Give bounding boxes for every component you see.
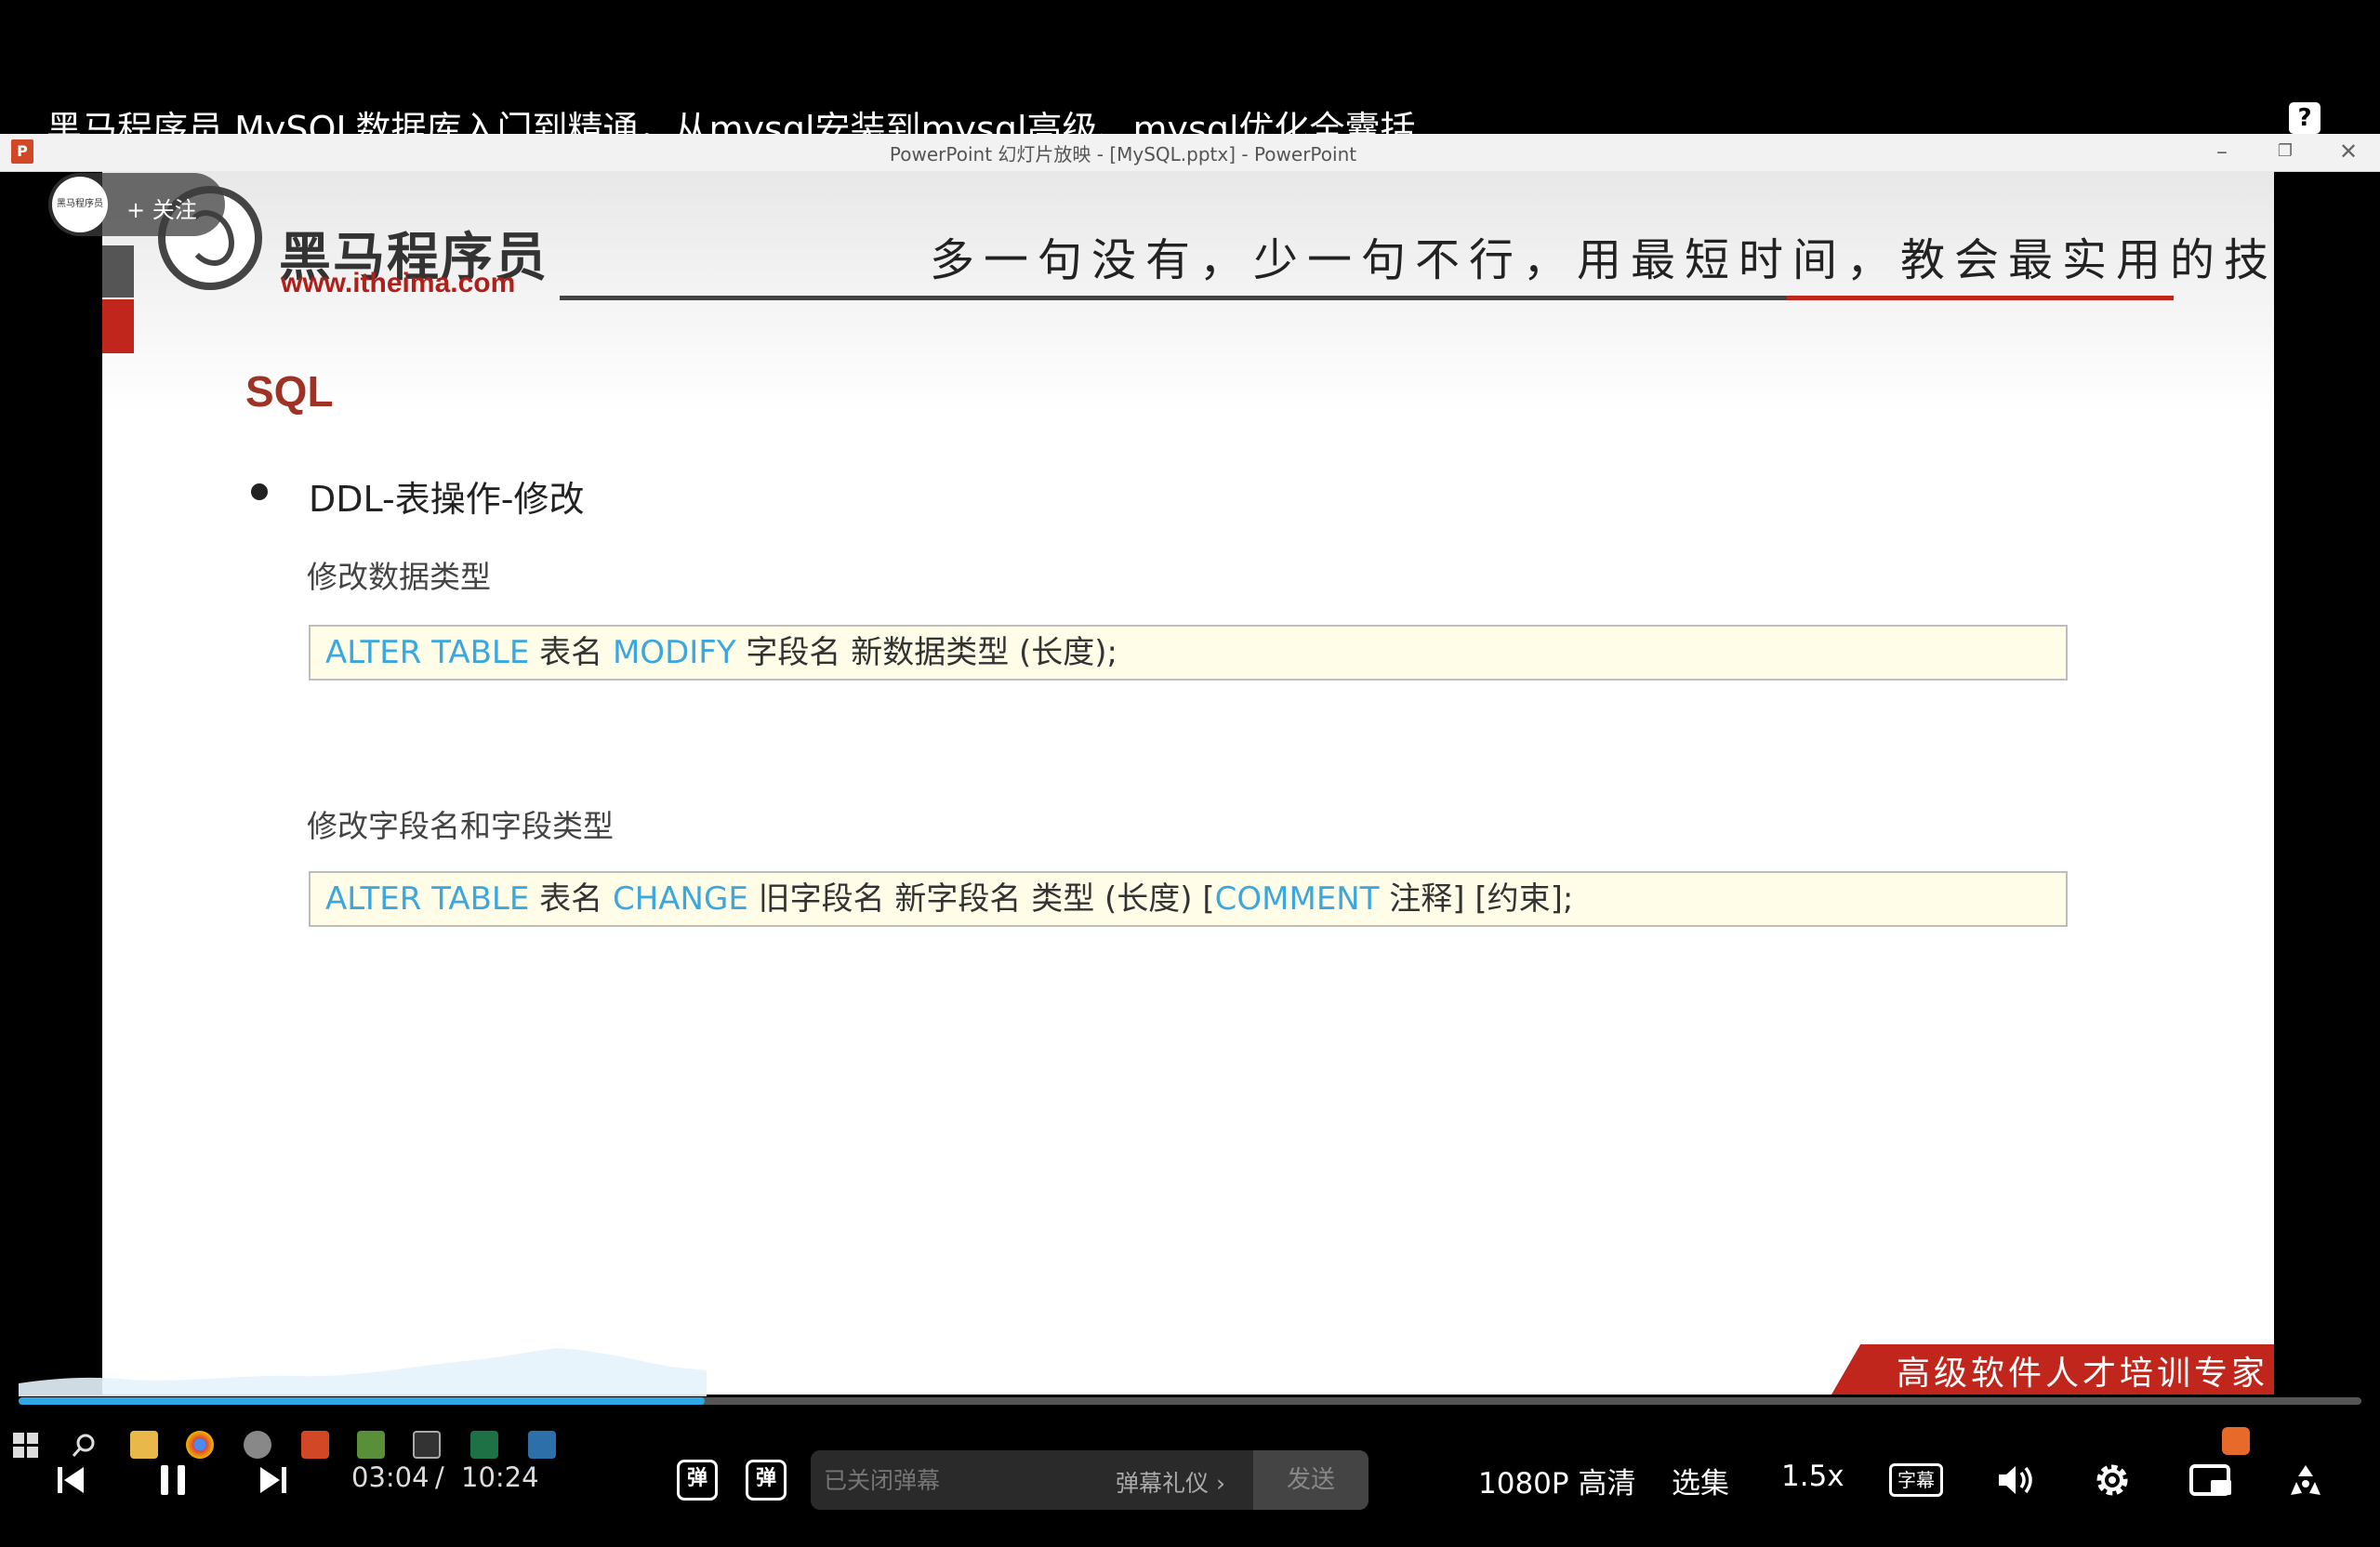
- ppt-window-titlebar: P PowerPoint 幻灯片放映 - [MySQL.pptx] - Powe…: [0, 134, 2380, 172]
- code-token: 旧字段名 新字段名 类型 (长度) [: [747, 880, 1215, 918]
- bullet-text: DDL-表操作-修改: [309, 479, 585, 520]
- code-token: ALTER TABLE: [325, 880, 530, 918]
- section-title-modify: 修改数据类型: [307, 559, 491, 595]
- section-title-change: 修改字段名和字段类型: [307, 808, 614, 844]
- code-token: MODIFY: [612, 634, 736, 671]
- bullet-icon: [251, 483, 268, 500]
- slide-motto: 多一句没有，少一句不行，用最短时间，教会最实用的技术！: [930, 234, 2274, 286]
- slide-heading: SQL: [245, 367, 334, 416]
- code-token: ALTER TABLE: [325, 634, 530, 671]
- close-button[interactable]: ✕: [2322, 136, 2374, 167]
- uploader-badge[interactable]: 黑马程序员 + 关注: [48, 173, 225, 236]
- time-current: 03:04: [351, 1461, 430, 1493]
- avatar[interactable]: 黑马程序员: [52, 177, 108, 232]
- quality-selector[interactable]: 1080P 高清: [1478, 1460, 1635, 1501]
- code-token: 注释] [约束];: [1379, 880, 1574, 918]
- slide-footer-slogan: 高级软件人才培训专家: [1897, 1355, 2269, 1393]
- progress-fill: [19, 1397, 706, 1405]
- danmaku-etiquette-link[interactable]: 弹幕礼仪 ›: [1116, 1465, 1225, 1499]
- brand-url: www.itheima.com: [281, 268, 516, 298]
- slide-canvas: 黑马程序员 www.itheima.com 多一句没有，少一句不行，用最短时间，…: [102, 171, 2274, 1395]
- slide-side-accent: [102, 245, 134, 298]
- restore-button[interactable]: ❐: [2259, 136, 2311, 167]
- pip-icon[interactable]: [2188, 1463, 2233, 1497]
- minimize-button[interactable]: –: [2196, 136, 2248, 167]
- settings-gear-icon[interactable]: [2092, 1460, 2133, 1501]
- code-token: 字段名 新数据类型 (长度);: [735, 634, 1118, 671]
- code-token: COMMENT: [1214, 880, 1380, 918]
- time-total: 10:24: [461, 1461, 539, 1493]
- code-token: CHANGE: [612, 880, 748, 918]
- danmaku-input-bar: 弹幕礼仪 › 发送: [811, 1450, 1368, 1510]
- episodes-button[interactable]: 选集: [1672, 1460, 1729, 1501]
- fullscreen-icon[interactable]: [2285, 1461, 2326, 1499]
- next-icon[interactable]: [257, 1463, 290, 1497]
- pause-icon[interactable]: [154, 1461, 192, 1499]
- time-separator: /: [435, 1461, 444, 1493]
- code-token: 表名: [529, 880, 613, 918]
- speed-selector[interactable]: 1.5x: [1781, 1460, 1844, 1493]
- follow-button[interactable]: + 关注: [126, 192, 197, 224]
- progress-heatmap: [19, 1348, 707, 1396]
- header-divider-dark: [560, 296, 1787, 300]
- volume-icon[interactable]: [1995, 1461, 2038, 1499]
- player-controls: 03:04 / 10:24 弹 弹 弹幕礼仪 › 发送 1080P 高清 选集 …: [0, 1450, 2380, 1547]
- subtitle-button[interactable]: 字幕: [1889, 1463, 1943, 1497]
- code-token: 表名: [529, 634, 613, 671]
- send-button[interactable]: 发送: [1253, 1450, 1368, 1510]
- danmaku-toggle-button[interactable]: 弹: [677, 1460, 718, 1501]
- ppt-window-title: PowerPoint 幻灯片放映 - [MySQL.pptx] - PowerP…: [889, 143, 1357, 165]
- prev-icon[interactable]: [54, 1463, 87, 1497]
- code-box-modify: ALTER TABLE 表名 MODIFY 字段名 新数据类型 (长度);: [309, 625, 2068, 681]
- slide-red-accent: [102, 299, 134, 353]
- progress-bar[interactable]: [19, 1397, 2361, 1405]
- header-divider-red: [1787, 296, 2174, 300]
- code-box-change: ALTER TABLE 表名 CHANGE 旧字段名 新字段名 类型 (长度) …: [309, 871, 2068, 927]
- help-icon[interactable]: ?: [2289, 102, 2320, 134]
- danmaku-settings-button[interactable]: 弹: [746, 1460, 787, 1501]
